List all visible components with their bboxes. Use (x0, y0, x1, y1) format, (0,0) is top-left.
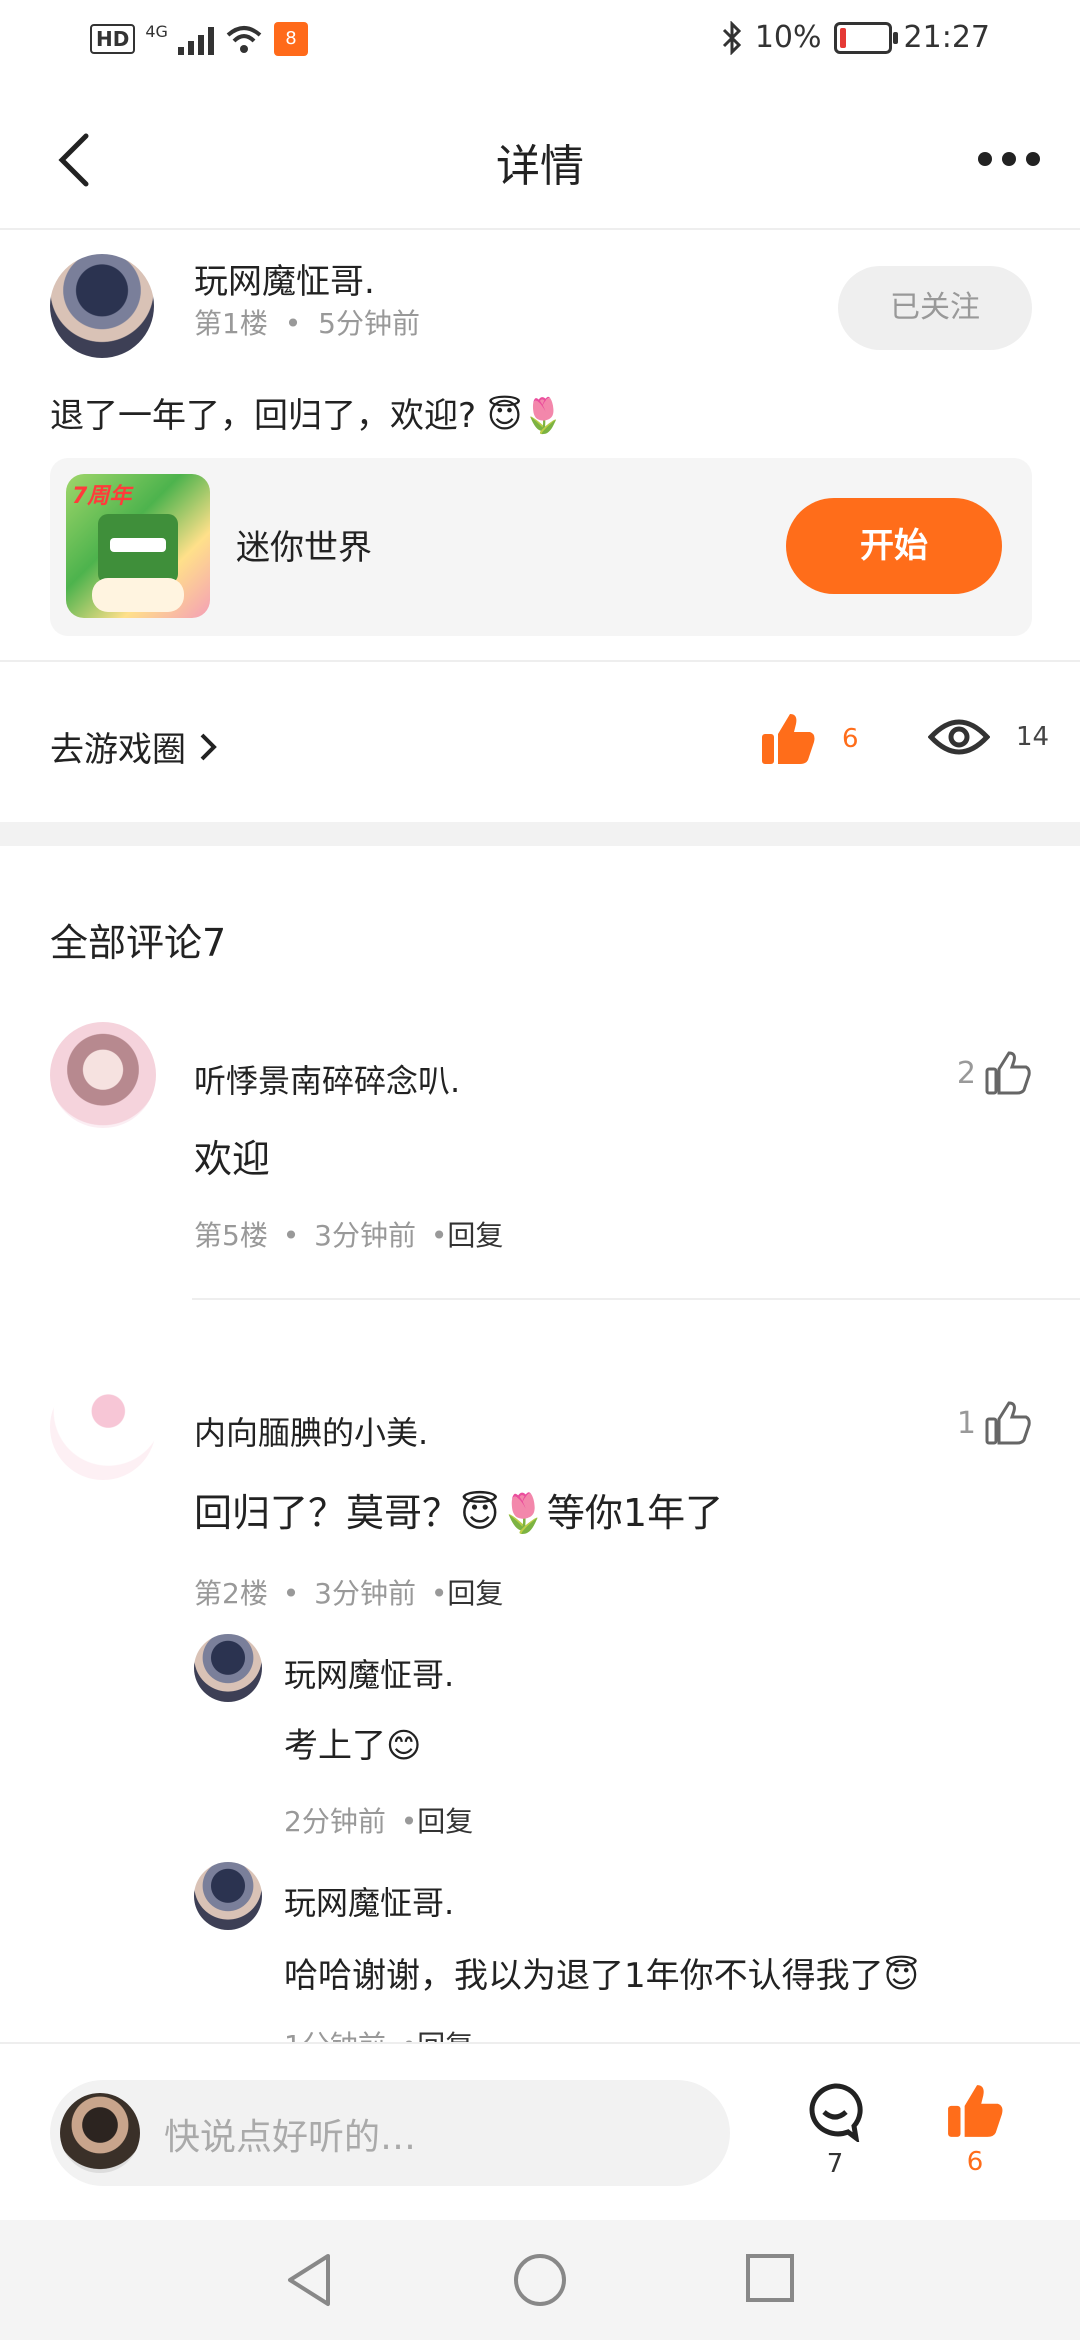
game-card[interactable]: 7周年 迷你世界 开始 (50, 458, 1032, 636)
reply-meta: 2分钟前 •回复 (284, 1805, 474, 1838)
reply-link[interactable]: 回复 (447, 1219, 503, 1252)
reply-meta: 1分钟前 •回复 (284, 2024, 473, 2042)
comment-like-button[interactable]: 1 (957, 1400, 1032, 1446)
post-meta: 第1楼 • 5分钟前 (194, 302, 420, 342)
author-name[interactable]: 玩网魔怔哥. (194, 254, 375, 303)
author-avatar[interactable] (50, 254, 154, 358)
comment-input[interactable]: 快说点好听的… (50, 2080, 730, 2186)
chevron-right-icon (200, 733, 217, 760)
thumb-up-icon (985, 1401, 1031, 1445)
bottom-comment-bar: 快说点好听的… 7 6 (0, 2042, 1080, 2222)
app-notification-icon: 8 (273, 22, 308, 56)
divider (0, 660, 1080, 662)
clock: 21:27 (903, 20, 990, 55)
comment-count: 7 (826, 2149, 844, 2179)
status-left: HD 4G 8 (90, 22, 308, 56)
post-views: 14 (928, 712, 1049, 762)
reply-avatar[interactable] (194, 1862, 262, 1930)
system-navigation-bar (0, 2220, 1080, 2340)
status-bar: HD 4G 8 10% 21:27 (0, 0, 1080, 90)
reply-author-name[interactable]: 玩网魔怔哥. (284, 1650, 454, 1696)
comments-button[interactable]: 7 (800, 2082, 870, 2179)
reply-time: 2分钟前 (284, 1805, 386, 1838)
game-icon-badge: 7周年 (72, 484, 132, 509)
thumb-up-filled-icon (762, 714, 815, 764)
comment-meta: 第2楼 • 3分钟前 •回复 (194, 1577, 504, 1610)
comment-time: 3分钟前 (314, 1219, 416, 1252)
reply-time: 1分钟前 (284, 2029, 386, 2042)
wifi-icon (226, 26, 262, 53)
eye-icon (928, 719, 990, 755)
comment-meta: 第5楼 • 3分钟前 •回复 (194, 1219, 504, 1252)
signal-icon (177, 23, 214, 55)
goto-game-circle-link[interactable]: 去游戏圈 (50, 722, 218, 771)
reply-link[interactable]: 回复 (417, 2029, 473, 2042)
like-count: 6 (966, 2147, 984, 2177)
comment-floor: 第2楼 (194, 1577, 268, 1610)
reply-author-name[interactable]: 玩网魔怔哥. (284, 1878, 454, 1924)
comment-text: 欢迎 (194, 1137, 271, 1181)
start-game-button[interactable]: 开始 (786, 498, 1002, 594)
nav-home-icon[interactable] (512, 2252, 568, 2308)
my-avatar (60, 2093, 140, 2173)
reply-text: 哈哈谢谢，我以为退了1年你不认得我了😇 (284, 1956, 920, 1996)
hd-indicator: HD (90, 24, 136, 54)
meta-dot: • (284, 307, 302, 340)
reply-avatar[interactable] (194, 1634, 262, 1702)
commenter-avatar[interactable] (50, 1374, 156, 1480)
section-separator (0, 822, 1080, 846)
comment-input-placeholder: 快说点好听的… (164, 2117, 417, 2158)
game-icon: 7周年 (66, 474, 210, 618)
reply-link[interactable]: 回复 (447, 1577, 503, 1610)
status-right: 10% 21:27 (721, 20, 990, 55)
commenter-name[interactable]: 听悸景南碎碎念叭. (194, 1056, 460, 1102)
post-view-count: 14 (1016, 722, 1050, 752)
comment-like-count: 2 (956, 1055, 976, 1091)
comment-divider (192, 1298, 1080, 1300)
reply-text: 考上了😊 (284, 1726, 422, 1766)
post-like-count: 6 (842, 724, 859, 754)
comment-bubble-icon (809, 2083, 863, 2144)
comment-time: 3分钟前 (314, 1577, 416, 1610)
nav-back-icon[interactable] (284, 2252, 334, 2308)
nav-recents-icon[interactable] (744, 2252, 796, 2304)
post-floor: 第1楼 (194, 307, 268, 340)
thumb-up-icon (985, 1051, 1031, 1095)
top-app-bar: 详情 (0, 90, 1080, 230)
follow-button[interactable]: 已关注 (838, 266, 1032, 350)
commenter-name[interactable]: 内向腼腆的小美. (194, 1408, 428, 1454)
post-time: 5分钟前 (318, 307, 420, 340)
battery-percent: 10% (754, 20, 822, 55)
comment-text: 回归了？莫哥？😇🌷等你1年了 (194, 1491, 724, 1535)
page-title: 详情 (496, 141, 584, 192)
comment-floor: 第5楼 (194, 1219, 268, 1252)
commenter-avatar[interactable] (50, 1022, 156, 1128)
comment-like-count: 1 (956, 1405, 976, 1441)
reply-link[interactable]: 回复 (417, 1805, 473, 1838)
battery-icon (833, 21, 898, 54)
network-label: 4G (145, 22, 168, 41)
like-button[interactable]: 6 (940, 2082, 1010, 2177)
goto-label: 去游戏圈 (50, 730, 186, 770)
bluetooth-icon (722, 20, 741, 55)
thumb-up-filled-icon (948, 2085, 1003, 2137)
game-name: 迷你世界 (236, 528, 372, 568)
more-options-icon[interactable] (978, 152, 1040, 166)
comments-header: 全部评论7 (50, 921, 227, 965)
post-text: 退了一年了，回归了，欢迎? 😇🌷 (50, 396, 565, 436)
post-like-button[interactable]: 6 (760, 712, 859, 766)
comment-like-button[interactable]: 2 (957, 1050, 1032, 1096)
